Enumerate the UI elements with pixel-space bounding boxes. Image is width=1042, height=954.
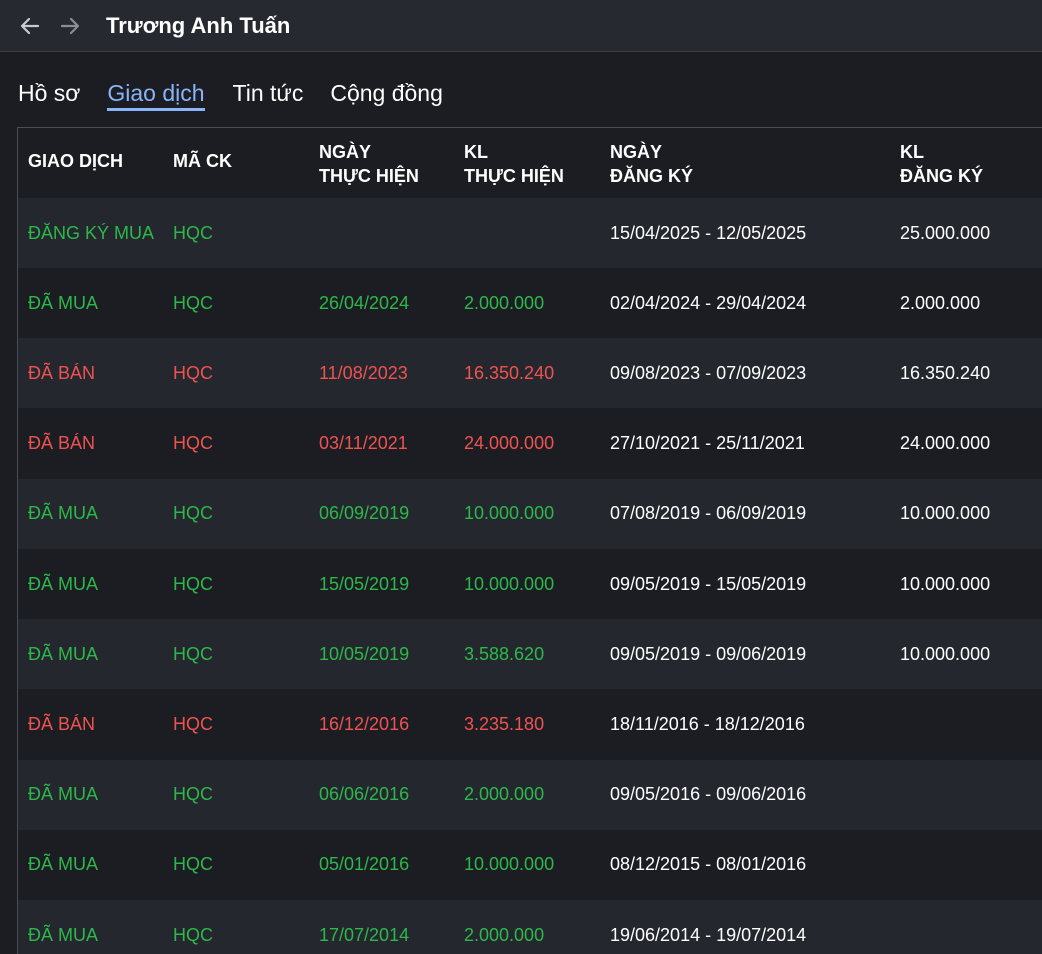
stock-code-cell: HQC [173, 573, 213, 594]
back-button[interactable] [16, 12, 44, 40]
table-row[interactable]: ĐÃ MUA HQC 26/04/2024 2.000.000 02/04/2024 -… [18, 268, 1042, 338]
column-header-code: MÃ CK [173, 151, 232, 171]
table-row[interactable]: ĐÃ MUA HQC 06/06/2016 2.000.000 09/05/2016 -… [18, 759, 1042, 830]
top-bar: Trương Anh Tuấn [0, 0, 1042, 52]
transaction-type-cell: ĐÃ MUA [28, 292, 99, 313]
table-row[interactable]: ĐÃ MUA HQC 17/07/2014 2.000.000 19/06/2014 -… [18, 900, 1042, 954]
stock-code-cell: HQC [173, 222, 213, 243]
transaction-type-cell: ĐĂNG KÝ MUA [28, 222, 155, 243]
transaction-type-cell: ĐÃ MUA [28, 503, 99, 524]
exec-date-cell: 17/07/2014 [319, 924, 410, 945]
transaction-type-cell: ĐÃ BÁN [28, 433, 96, 454]
transaction-type-cell: ĐÃ MUA [28, 924, 99, 945]
stock-code-cell: HQC [173, 433, 213, 454]
reg-period-cell: 09/05/2019 - 09/06/2019 [610, 643, 807, 664]
stock-code-cell: HQC [173, 643, 213, 664]
stock-code-cell: HQC [173, 854, 213, 875]
column-header-transaction: GIAO DỊCH [28, 151, 124, 171]
table-row[interactable]: ĐÃ BÁN HQC 03/11/2021 24.000.000 27/10/2021 … [18, 409, 1042, 479]
column-header-exec-qty: KL THỰC HIỆN [464, 142, 564, 186]
column-header-reg-qty: KL ĐĂNG KÝ [900, 142, 984, 186]
exec-qty-cell: 2.000.000 [464, 292, 545, 313]
exec-qty-cell: 2.000.000 [464, 924, 545, 945]
column-header-reg-date: NGÀY ĐĂNG KÝ [610, 142, 694, 186]
exec-date-cell: 10/05/2019 [319, 643, 410, 664]
reg-qty-cell: 24.000.000 [900, 433, 991, 454]
transaction-type-cell: ĐÃ MUA [28, 573, 99, 594]
reg-period-cell: 08/12/2015 - 08/01/2016 [610, 854, 807, 875]
exec-date-cell: 06/06/2016 [319, 784, 410, 805]
transaction-type-cell: ĐÃ MUA [28, 643, 99, 664]
exec-date-cell: 16/12/2016 [319, 713, 410, 734]
exec-date-cell: 15/05/2019 [319, 573, 410, 594]
table-row[interactable]: ĐÃ BÁN HQC 16/12/2016 3.235.180 18/11/2016 -… [18, 689, 1042, 759]
reg-period-cell: 07/08/2019 - 06/09/2019 [610, 503, 807, 524]
exec-date-cell: 06/09/2019 [319, 503, 410, 524]
stock-code-cell: HQC [173, 503, 213, 524]
exec-qty-cell: 2.000.000 [464, 784, 545, 805]
arrow-left-icon [19, 15, 41, 37]
tab-bar: Hồ sơ Giao dịch Tin tức Cộng đồng [18, 78, 443, 111]
table-row[interactable]: ĐĂNG KÝ MUA HQC 15/04/2025 - 12/05/2025 25.… [18, 198, 1042, 268]
exec-date-cell: 05/01/2016 [319, 854, 410, 875]
reg-period-cell: 09/05/2019 - 15/05/2019 [610, 573, 807, 594]
stock-code-cell: HQC [173, 713, 213, 734]
column-header-exec-date: NGÀY THỰC HIỆN [319, 142, 419, 186]
reg-period-cell: 02/04/2024 - 29/04/2024 [610, 292, 807, 313]
exec-qty-cell: 10.000.000 [464, 854, 555, 875]
reg-period-cell: 09/08/2023 - 07/09/2023 [610, 362, 807, 383]
reg-qty-cell: 10.000.000 [900, 573, 991, 594]
reg-period-cell: 18/11/2016 - 18/12/2016 [610, 713, 805, 734]
stock-code-cell: HQC [173, 362, 213, 383]
reg-qty-cell: 16.350.240 [900, 362, 991, 383]
exec-qty-cell: 10.000.000 [464, 573, 555, 594]
table-header: GIAO DỊCH MÃ CK NGÀY THỰC HIỆN KL THỰC H… [18, 128, 1042, 198]
exec-qty-cell: 16.350.240 [464, 362, 555, 383]
reg-qty-cell: 10.000.000 [900, 643, 991, 664]
transaction-type-cell: ĐÃ MUA [28, 854, 99, 875]
transactions-table[interactable]: GIAO DỊCH MÃ CK NGÀY THỰC HIỆN KL THỰC H… [17, 127, 1042, 954]
table-row[interactable]: ĐÃ MUA HQC 10/05/2019 3.588.620 09/05/2019 -… [18, 619, 1042, 690]
reg-period-cell: 19/06/2014 - 19/07/2014 [610, 924, 807, 945]
transaction-type-cell: ĐÃ BÁN [28, 713, 96, 734]
stock-code-cell: HQC [173, 924, 213, 945]
reg-period-cell: 09/05/2016 - 09/06/2016 [610, 784, 807, 805]
reg-qty-cell: 2.000.000 [900, 292, 981, 313]
transaction-type-cell: ĐÃ MUA [28, 784, 99, 805]
table-row[interactable]: ĐÃ MUA HQC 05/01/2016 10.000.000 08/12/2015 … [18, 830, 1042, 900]
reg-qty-cell: 10.000.000 [900, 503, 991, 524]
exec-qty-cell: 3.588.620 [464, 643, 545, 664]
stock-code-cell: HQC [173, 784, 213, 805]
table-row[interactable]: ĐÃ BÁN HQC 11/08/2023 16.350.240 09/08/2023 … [18, 338, 1042, 409]
tab-community[interactable]: Cộng đồng [330, 78, 443, 111]
tab-news[interactable]: Tin tức [233, 78, 304, 111]
table-row[interactable]: ĐÃ MUA HQC 06/09/2019 10.000.000 07/08/2019 … [18, 478, 1042, 549]
arrow-right-icon [59, 15, 81, 37]
exec-date-cell: 11/08/2023 [319, 362, 408, 383]
reg-qty-cell: 25.000.000 [900, 222, 991, 243]
exec-date-cell: 03/11/2021 [319, 433, 408, 454]
forward-button[interactable] [56, 12, 84, 40]
transaction-type-cell: ĐÃ BÁN [28, 362, 96, 383]
exec-qty-cell: 24.000.000 [464, 433, 555, 454]
exec-qty-cell: 10.000.000 [464, 503, 555, 524]
stock-code-cell: HQC [173, 292, 213, 313]
exec-date-cell: 26/04/2024 [319, 292, 410, 313]
table-row[interactable]: ĐÃ MUA HQC 15/05/2019 10.000.000 09/05/2019 … [18, 549, 1042, 619]
exec-qty-cell: 3.235.180 [464, 713, 545, 734]
tab-profile[interactable]: Hồ sơ [18, 78, 80, 111]
reg-period-cell: 15/04/2025 - 12/05/2025 [610, 222, 807, 243]
page-title: Trương Anh Tuấn [106, 13, 291, 38]
reg-period-cell: 27/10/2021 - 25/11/2021 [610, 433, 805, 454]
tab-transactions[interactable]: Giao dịch [107, 78, 205, 111]
